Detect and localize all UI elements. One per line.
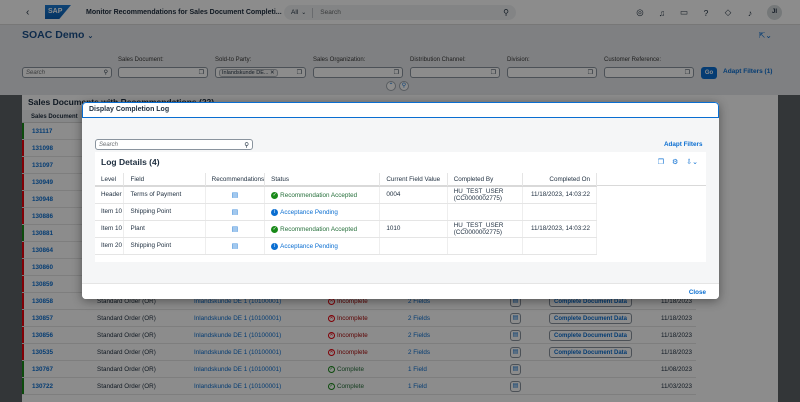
col-completed-by[interactable]: Completed By xyxy=(447,173,524,187)
recommendation-icon[interactable]: ▤ xyxy=(232,226,239,233)
dialog-title: Display Completion Log xyxy=(82,102,719,118)
search-icon[interactable]: ⚲ xyxy=(244,141,249,149)
field-cell: Shipping Point xyxy=(123,203,206,221)
search-placeholder: Search xyxy=(99,141,119,148)
recommendations-cell: ▤ xyxy=(205,237,266,255)
completed-by-cell: HU_TEST_USER (CC0000002775) xyxy=(447,186,524,204)
settings-icon[interactable]: ⚙ xyxy=(672,158,678,166)
col-completed-on[interactable]: Completed On xyxy=(522,173,597,187)
info-icon: i xyxy=(271,208,279,216)
field-cell: Plant xyxy=(123,220,206,238)
completed-on-cell: 11/18/2023, 14:03:22 xyxy=(522,220,597,238)
status-cell: ✓ Recommendation Accepted xyxy=(264,186,381,204)
value-cell: 0004 xyxy=(379,186,448,204)
user-id: HU_TEST_USER xyxy=(453,221,504,229)
status-cell: i Acceptance Pending xyxy=(264,203,381,221)
status-indicator: i Acceptance Pending xyxy=(271,208,338,216)
level-cell: Header xyxy=(95,186,125,204)
completed-by-cell xyxy=(447,203,524,221)
log-row[interactable]: Header Terms of Payment ▤ ✓ Recommendation A… xyxy=(95,186,597,204)
log-toolbar: ❐ ⚙ ⇩⌄ xyxy=(658,158,698,166)
log-table-body: Header Terms of Payment ▤ ✓ Recommendation A… xyxy=(95,186,597,255)
field-cell: Shipping Point xyxy=(123,237,206,255)
col-recommendations[interactable]: Recommendations xyxy=(205,173,266,187)
dialog-body: Search ⚲ Adapt Filters Log Details (4) ❐ … xyxy=(82,118,719,283)
success-icon: ✓ xyxy=(271,191,279,199)
status-cell: i Acceptance Pending xyxy=(264,237,381,255)
status-text: Acceptance Pending xyxy=(280,242,338,250)
recommendations-cell: ▤ xyxy=(205,203,266,221)
status-text: Recommendation Accepted xyxy=(280,225,358,233)
field-cell: Terms of Payment xyxy=(123,186,206,204)
dialog-search-input[interactable]: Search ⚲ xyxy=(95,139,253,150)
user-code: (CC0000002775) xyxy=(453,194,503,202)
col-status[interactable]: Status xyxy=(264,173,381,187)
recommendation-icon[interactable]: ▤ xyxy=(232,192,239,199)
completed-on-cell xyxy=(522,237,597,255)
success-icon: ✓ xyxy=(271,225,279,233)
col-field[interactable]: Field xyxy=(123,173,206,187)
status-text: Recommendation Accepted xyxy=(280,191,358,199)
user-id: HU_TEST_USER xyxy=(453,187,504,195)
value-cell: 1010 xyxy=(379,220,448,238)
log-table: Level Field Recommendations Status Curre… xyxy=(95,173,597,255)
log-title: Log Details (4) xyxy=(101,157,160,167)
close-button[interactable]: Close xyxy=(689,289,706,296)
completed-by-cell: HU_TEST_USER (CC0000002775) xyxy=(447,220,524,238)
status-text: Acceptance Pending xyxy=(280,208,338,216)
log-row[interactable]: Item 10 Shipping Point ▤ i Acceptance Pendin… xyxy=(95,203,597,221)
adapt-filters-button[interactable]: Adapt Filters xyxy=(664,141,703,148)
log-details-panel: Log Details (4) ❐ ⚙ ⇩⌄ Level Field Recom… xyxy=(95,152,706,262)
copy-icon[interactable]: ❐ xyxy=(658,158,664,166)
export-icon[interactable]: ⇩⌄ xyxy=(686,158,698,166)
status-indicator: ✓ Recommendation Accepted xyxy=(271,191,358,199)
recommendation-icon[interactable]: ▤ xyxy=(232,209,239,216)
level-cell: Item 20 xyxy=(95,237,125,255)
col-level[interactable]: Level xyxy=(95,173,125,187)
value-cell xyxy=(379,203,448,221)
user-code: (CC0000002775) xyxy=(453,228,503,236)
recommendations-cell: ▤ xyxy=(205,186,266,204)
recommendations-cell: ▤ xyxy=(205,220,266,238)
value-cell xyxy=(379,237,448,255)
recommendation-icon[interactable]: ▤ xyxy=(232,243,239,250)
status-cell: ✓ Recommendation Accepted xyxy=(264,220,381,238)
level-cell: Item 10 xyxy=(95,220,125,238)
completed-by-cell xyxy=(447,237,524,255)
log-table-header: Level Field Recommendations Status Curre… xyxy=(95,173,597,187)
completed-on-cell: 11/18/2023, 14:03:22 xyxy=(522,186,597,204)
info-icon: i xyxy=(271,242,279,250)
dialog-footer: Close xyxy=(82,283,719,299)
col-current-value[interactable]: Current Field Value xyxy=(379,173,448,187)
completed-on-cell xyxy=(522,203,597,221)
completion-log-dialog: Display Completion Log Search ⚲ Adapt Fil… xyxy=(82,102,719,299)
log-row[interactable]: Item 10 Plant ▤ ✓ Recommendation Accepted 101… xyxy=(95,220,597,238)
log-row[interactable]: Item 20 Shipping Point ▤ i Acceptance Pendin… xyxy=(95,237,597,255)
status-indicator: i Acceptance Pending xyxy=(271,242,338,250)
status-indicator: ✓ Recommendation Accepted xyxy=(271,225,358,233)
level-cell: Item 10 xyxy=(95,203,125,221)
